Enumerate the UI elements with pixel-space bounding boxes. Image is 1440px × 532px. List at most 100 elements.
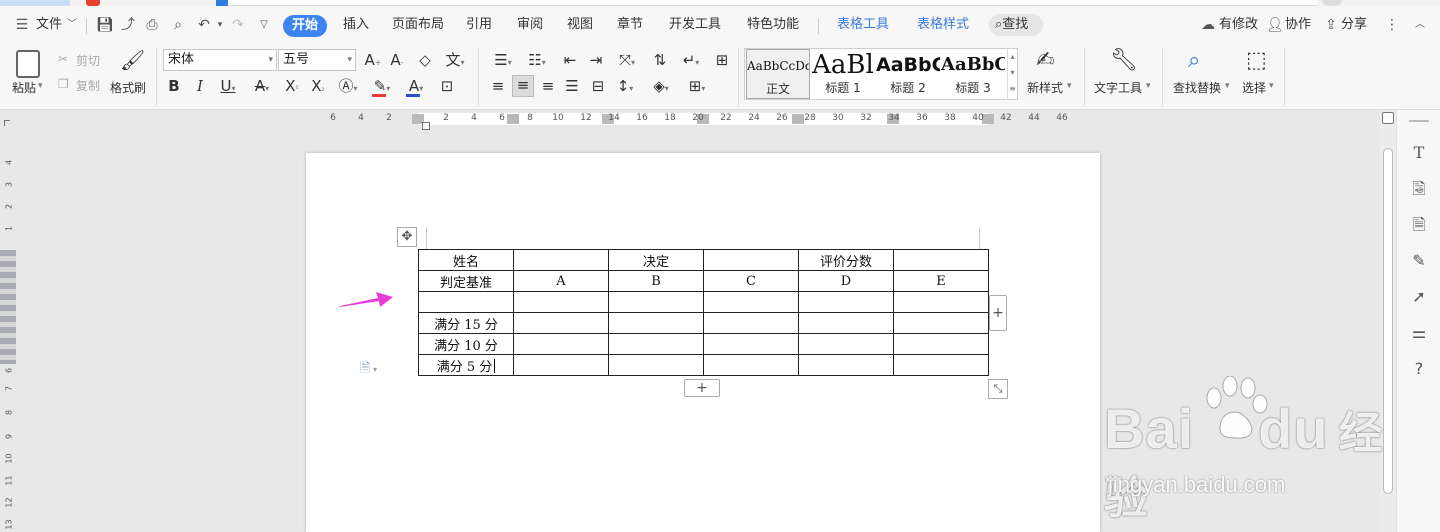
table-cell[interactable] <box>703 249 799 271</box>
style-heading-2[interactable]: AaBbC 标题 2 <box>876 49 940 99</box>
table-cell[interactable]: D <box>798 270 894 292</box>
align-right-icon[interactable]: ≡ <box>538 77 558 95</box>
grow-font-icon[interactable]: A+ <box>364 51 382 72</box>
new-style-button[interactable]: 新样式 <box>1027 79 1063 96</box>
table-cell[interactable]: 评价分数 <box>798 249 894 271</box>
text-tools-button[interactable]: 文字工具 <box>1094 79 1142 96</box>
doc-check-icon[interactable]: 🗎︎ <box>1409 215 1429 235</box>
select-dropdown-icon[interactable]: ▾ <box>1269 81 1274 91</box>
table-cell[interactable] <box>418 291 514 313</box>
align-center-icon[interactable]: ≡ <box>512 75 534 97</box>
tab-view[interactable]: 视图 <box>567 6 593 44</box>
table-cell[interactable] <box>608 333 704 355</box>
phonetic-guide-icon[interactable]: ⽂▾ <box>444 51 466 72</box>
table-cell[interactable] <box>608 291 704 313</box>
output-icon[interactable]: ⤴ <box>120 18 136 32</box>
font-size-select[interactable]: 五号 ▾ <box>278 49 356 71</box>
table-cell[interactable] <box>513 354 609 376</box>
table-cell[interactable] <box>893 291 989 313</box>
share-button[interactable]: 分享 <box>1341 6 1367 44</box>
numbered-list-icon[interactable]: ☷▾ <box>524 51 550 72</box>
table-move-handle[interactable]: ✥ <box>397 227 417 247</box>
strikethrough-icon[interactable]: A▾ <box>250 77 274 98</box>
indent-marker[interactable] <box>422 122 430 130</box>
settings-sliders-icon[interactable]: ⚌ <box>1409 323 1429 343</box>
redo-icon[interactable]: ↷ <box>230 18 246 32</box>
tab-home[interactable]: 开始 <box>283 15 327 37</box>
table-cell[interactable] <box>703 312 799 334</box>
table-cell[interactable]: 满分 15 分 <box>418 312 514 334</box>
table-cell[interactable] <box>703 333 799 355</box>
text-effect-icon[interactable]: Ⓐ▾ <box>336 77 360 98</box>
justify-icon[interactable]: ☰ <box>562 77 582 95</box>
table-cell[interactable]: B <box>608 270 704 292</box>
search-button[interactable]: ⌕查找 <box>989 14 1043 36</box>
add-column-button[interactable]: + <box>989 295 1007 331</box>
table-cell[interactable] <box>608 354 704 376</box>
shading-icon[interactable]: ◈▾ <box>648 77 674 98</box>
find-replace-dropdown-icon[interactable]: ▾ <box>1225 81 1230 91</box>
table-cell[interactable] <box>798 333 894 355</box>
undo-dropdown-icon[interactable]: ▾ <box>212 18 228 32</box>
text-tools-dropdown-icon[interactable]: ▾ <box>1146 81 1151 91</box>
add-row-button[interactable]: + <box>684 379 720 397</box>
paragraph-mark-icon[interactable]: ↵▾ <box>678 51 704 72</box>
doc-attribute-icon[interactable]: 🗟︎ <box>1409 179 1429 199</box>
tab-special[interactable]: 特色功能 <box>747 6 799 44</box>
tab-page-layout[interactable]: 页面布局 <box>392 6 444 44</box>
help-icon[interactable]: ? <box>1409 359 1429 379</box>
new-style-dropdown-icon[interactable]: ▾ <box>1067 81 1072 91</box>
style-heading-1[interactable]: AaBl 标题 1 <box>811 49 875 99</box>
increase-indent-icon[interactable]: ⇥ <box>586 51 606 69</box>
tab-references[interactable]: 引用 <box>466 6 492 44</box>
table-cell[interactable]: 判定基准 <box>418 270 514 292</box>
line-spacing-icon[interactable]: ↕▾ <box>612 77 638 98</box>
style-normal[interactable]: AaBbCcDd 正文 <box>746 49 810 99</box>
pen-icon[interactable]: ✎ <box>1409 251 1429 271</box>
table-cell[interactable] <box>513 249 609 271</box>
document-page[interactable]: ✥ 姓名 决定 评价分数 判定基准 A B C D E 满分 15 分满分 10 分满分 5 分 … <box>306 153 1100 532</box>
paragraph-options-icon[interactable]: 🗎︎ ▾ <box>360 359 377 381</box>
distributed-icon[interactable]: ⊟ <box>588 77 608 95</box>
style-heading-3[interactable]: AaBbC 标题 3 <box>941 49 1005 99</box>
table-cell[interactable]: 满分 5 分 <box>418 354 514 376</box>
tab-section[interactable]: 章节 <box>617 6 643 44</box>
table-cell[interactable]: E <box>893 270 989 292</box>
font-name-select[interactable]: 宋体 ▾ <box>163 49 277 71</box>
select-button[interactable]: 选择 <box>1242 79 1266 96</box>
table-cell[interactable] <box>513 291 609 313</box>
table-cell[interactable] <box>798 354 894 376</box>
table-cell[interactable]: 决定 <box>608 249 704 271</box>
table-cell[interactable]: C <box>703 270 799 292</box>
subscript-icon[interactable]: X₂ <box>308 77 328 98</box>
italic-icon[interactable]: I <box>192 77 208 95</box>
undo-icon[interactable]: ↶ <box>196 18 212 32</box>
table-cell[interactable]: 满分 10 分 <box>418 333 514 355</box>
table-cell[interactable] <box>703 354 799 376</box>
borders-icon[interactable]: ⊞▾ <box>684 77 710 98</box>
bullet-list-icon[interactable]: ☰▾ <box>490 51 516 72</box>
tab-table-style[interactable]: 表格样式 <box>917 6 969 44</box>
more-icon[interactable]: ⋮ <box>1384 18 1400 32</box>
split-view-icon[interactable] <box>1382 112 1394 124</box>
modified-status[interactable]: 有修改 <box>1219 6 1258 44</box>
table-cell[interactable] <box>893 249 989 271</box>
clear-format-icon[interactable]: ◇ <box>416 51 434 69</box>
table-ruler-icon[interactable]: ⊞ <box>712 51 732 69</box>
text-style-icon[interactable]: T <box>1409 143 1429 163</box>
scrollbar-thumb[interactable] <box>1383 148 1393 494</box>
table-cell[interactable] <box>798 312 894 334</box>
chevron-down-icon[interactable]: ﹀ <box>64 18 80 32</box>
tab-table-tools[interactable]: 表格工具 <box>837 6 889 44</box>
tab-review[interactable]: 审阅 <box>517 6 543 44</box>
table-cell[interactable] <box>893 312 989 334</box>
table-cell[interactable] <box>513 333 609 355</box>
save-icon[interactable]: 💾︎ <box>96 18 114 32</box>
table-cell[interactable] <box>513 312 609 334</box>
shrink-font-icon[interactable]: A- <box>388 51 406 72</box>
chinese-layout-icon[interactable]: ⤧▾ <box>614 51 640 72</box>
table-cell[interactable] <box>893 333 989 355</box>
table-cell[interactable] <box>893 354 989 376</box>
copy-button[interactable]: 复制 <box>76 77 100 94</box>
char-border-icon[interactable]: ⊡ <box>438 77 456 95</box>
